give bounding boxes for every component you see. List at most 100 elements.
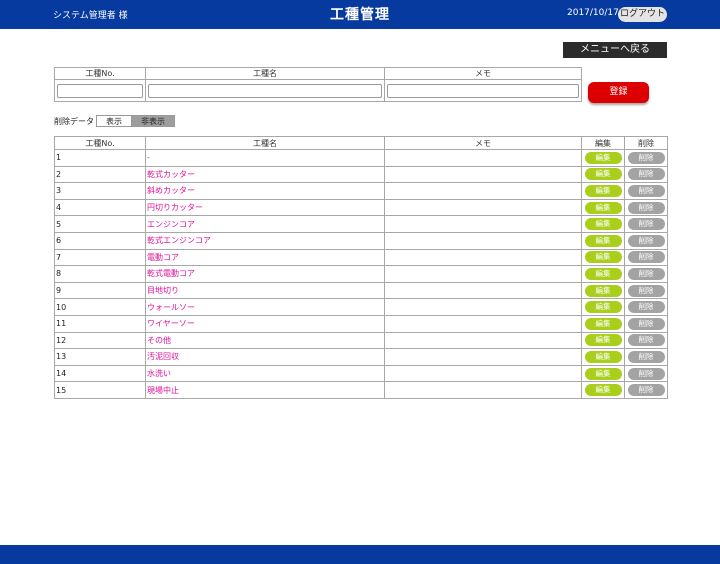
form-header-no: 工種No. bbox=[54, 67, 146, 80]
row-work-type-name[interactable]: 乾式カッター bbox=[145, 165, 385, 184]
delete-button[interactable]: 削除 bbox=[627, 267, 665, 280]
row-edit-cell: 編集 bbox=[581, 331, 625, 350]
row-delete-cell: 削除 bbox=[624, 198, 668, 217]
row-no: 8 bbox=[54, 265, 146, 283]
row-edit-cell: 編集 bbox=[581, 149, 625, 167]
delete-button[interactable]: 削除 bbox=[627, 184, 665, 197]
table-row: 6 乾式エンジンコア 編集 削除 bbox=[54, 231, 668, 250]
row-delete-cell: 削除 bbox=[624, 298, 668, 316]
edit-button[interactable]: 編集 bbox=[584, 350, 622, 363]
row-work-type-name[interactable]: 電動コア bbox=[145, 248, 385, 267]
row-no: 5 bbox=[54, 215, 146, 233]
edit-button[interactable]: 編集 bbox=[584, 201, 622, 214]
row-memo bbox=[384, 314, 582, 333]
row-work-type-name[interactable]: ウォールソー bbox=[145, 298, 385, 316]
table-row: 15 現場中止 編集 削除 bbox=[54, 381, 668, 399]
delete-button[interactable]: 削除 bbox=[627, 201, 665, 214]
edit-button[interactable]: 編集 bbox=[584, 367, 622, 380]
back-to-menu-button[interactable]: メニューへ戻る bbox=[563, 42, 667, 58]
row-delete-cell: 削除 bbox=[624, 182, 668, 200]
delete-button[interactable]: 削除 bbox=[627, 384, 665, 397]
row-no: 7 bbox=[54, 248, 146, 267]
row-edit-cell: 編集 bbox=[581, 198, 625, 217]
delete-button[interactable]: 削除 bbox=[627, 251, 665, 264]
row-no: 6 bbox=[54, 231, 146, 250]
delete-button[interactable]: 削除 bbox=[627, 234, 665, 247]
edit-button[interactable]: 編集 bbox=[584, 317, 622, 330]
delete-button[interactable]: 削除 bbox=[627, 151, 665, 164]
work-type-no-input[interactable] bbox=[57, 83, 143, 98]
row-work-type-name[interactable]: 汚泥回収 bbox=[145, 348, 385, 366]
row-work-type-name[interactable]: 乾式電動コア bbox=[145, 265, 385, 283]
row-delete-cell: 削除 bbox=[624, 215, 668, 233]
row-memo bbox=[384, 182, 582, 200]
row-work-type-name[interactable]: - bbox=[145, 149, 385, 167]
edit-button[interactable]: 編集 bbox=[584, 284, 622, 297]
edit-button[interactable]: 編集 bbox=[584, 384, 622, 397]
row-work-type-name[interactable]: エンジンコア bbox=[145, 215, 385, 233]
row-delete-cell: 削除 bbox=[624, 231, 668, 250]
row-memo bbox=[384, 364, 582, 383]
logout-button[interactable]: ログアウト bbox=[618, 7, 667, 22]
delete-button[interactable]: 削除 bbox=[627, 334, 665, 347]
delete-button[interactable]: 削除 bbox=[627, 284, 665, 297]
delete-button[interactable]: 削除 bbox=[627, 168, 665, 181]
row-work-type-name[interactable]: 目地切り bbox=[145, 281, 385, 300]
row-work-type-name[interactable]: 現場中止 bbox=[145, 381, 385, 399]
edit-button[interactable]: 編集 bbox=[584, 184, 622, 197]
edit-button[interactable]: 編集 bbox=[584, 234, 622, 247]
row-delete-cell: 削除 bbox=[624, 265, 668, 283]
row-memo bbox=[384, 281, 582, 300]
row-work-type-name[interactable]: ワイヤーソー bbox=[145, 314, 385, 333]
row-delete-cell: 削除 bbox=[624, 281, 668, 300]
work-type-table: 工種No. 工種名 メモ 編集 削除 1- 編集 削除 2 乾式カッター 編集 削除 3 斜めカ… bbox=[54, 136, 668, 399]
hide-deleted-toggle[interactable]: 非表示 bbox=[132, 115, 175, 127]
row-work-type-name[interactable]: その他 bbox=[145, 331, 385, 350]
row-memo bbox=[384, 165, 582, 184]
footer-bar bbox=[0, 545, 720, 564]
header-bar: システム管理者 様 工種管理 2017/10/17 ログアウト bbox=[0, 0, 720, 29]
delete-button[interactable]: 削除 bbox=[627, 350, 665, 363]
row-no: 12 bbox=[54, 331, 146, 350]
row-delete-cell: 削除 bbox=[624, 165, 668, 184]
form-cell-no bbox=[54, 79, 146, 102]
row-memo bbox=[384, 298, 582, 316]
edit-button[interactable]: 編集 bbox=[584, 218, 622, 231]
row-work-type-name[interactable]: 斜めカッター bbox=[145, 182, 385, 200]
row-edit-cell: 編集 bbox=[581, 215, 625, 233]
row-edit-cell: 編集 bbox=[581, 314, 625, 333]
delete-button[interactable]: 削除 bbox=[627, 317, 665, 330]
row-no: 3 bbox=[54, 182, 146, 200]
row-edit-cell: 編集 bbox=[581, 364, 625, 383]
table-row: 9 目地切り 編集 削除 bbox=[54, 281, 668, 300]
edit-button[interactable]: 編集 bbox=[584, 251, 622, 264]
row-no: 9 bbox=[54, 281, 146, 300]
delete-button[interactable]: 削除 bbox=[627, 218, 665, 231]
edit-button[interactable]: 編集 bbox=[584, 334, 622, 347]
register-button[interactable]: 登録 bbox=[588, 82, 649, 103]
row-work-type-name[interactable]: 乾式エンジンコア bbox=[145, 231, 385, 250]
row-work-type-name[interactable]: 円切りカッター bbox=[145, 198, 385, 217]
table-row: 3 斜めカッター 編集 削除 bbox=[54, 182, 668, 200]
show-deleted-toggle[interactable]: 表示 bbox=[96, 115, 132, 127]
row-memo bbox=[384, 149, 582, 167]
deleted-data-filter: 削除データ 表示 非表示 bbox=[54, 115, 175, 127]
edit-button[interactable]: 編集 bbox=[584, 301, 622, 314]
table-row: 12 その他 編集 削除 bbox=[54, 331, 668, 350]
row-edit-cell: 編集 bbox=[581, 381, 625, 399]
edit-button[interactable]: 編集 bbox=[584, 168, 622, 181]
table-row: 7 電動コア 編集 削除 bbox=[54, 248, 668, 267]
row-work-type-name[interactable]: 水洗い bbox=[145, 364, 385, 383]
form-header-memo: メモ bbox=[384, 67, 582, 80]
memo-input[interactable] bbox=[387, 83, 579, 98]
row-delete-cell: 削除 bbox=[624, 248, 668, 267]
work-type-name-input[interactable] bbox=[148, 83, 382, 98]
deleted-data-label: 削除データ bbox=[54, 116, 94, 126]
delete-button[interactable]: 削除 bbox=[627, 367, 665, 380]
row-edit-cell: 編集 bbox=[581, 298, 625, 316]
row-memo bbox=[384, 198, 582, 217]
edit-button[interactable]: 編集 bbox=[584, 267, 622, 280]
edit-button[interactable]: 編集 bbox=[584, 151, 622, 164]
row-delete-cell: 削除 bbox=[624, 364, 668, 383]
delete-button[interactable]: 削除 bbox=[627, 301, 665, 314]
